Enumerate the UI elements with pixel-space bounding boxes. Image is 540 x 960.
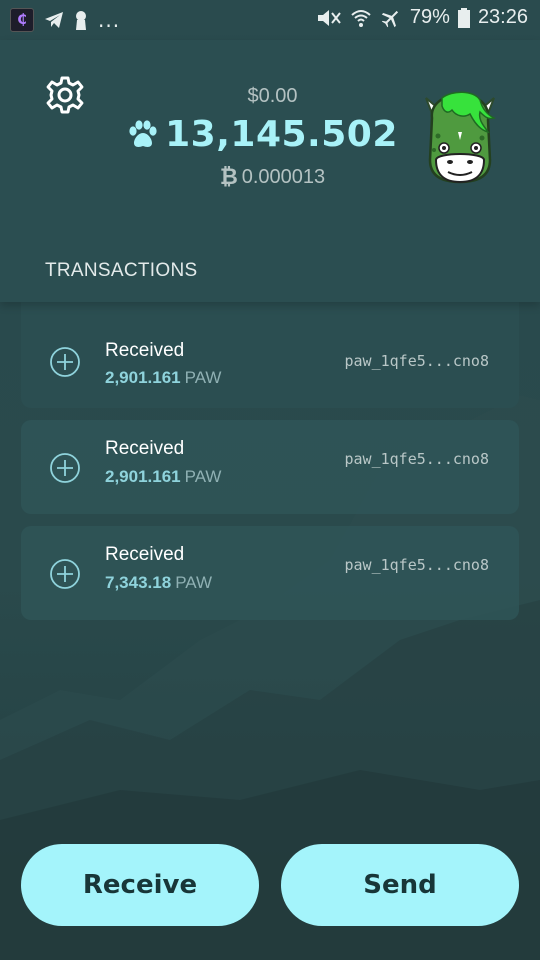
paw-icon xyxy=(129,119,157,147)
bitcoin-icon: ₿ xyxy=(219,164,238,189)
horse-avatar[interactable] xyxy=(418,90,502,190)
transaction-amount-value: 7,343.18 xyxy=(105,573,172,592)
wifi-icon xyxy=(351,9,371,27)
wallet-header: $0.00 13,145.502 ₿ 0.000013 TRANSACTIONS xyxy=(0,40,540,302)
transaction-amount: 2,901.161 PAW xyxy=(105,467,221,487)
horse-avatar-icon xyxy=(425,91,496,184)
battery-percent: 79% xyxy=(409,6,450,28)
keyhole-icon xyxy=(76,11,86,30)
clock: 23:26 xyxy=(477,6,528,28)
telegram-icon xyxy=(45,12,63,28)
transaction-amount: 2,901.161 PAW xyxy=(105,368,221,388)
transaction-amount-value: 2,901.161 xyxy=(105,368,181,387)
transaction-card[interactable]: Received 2,901.161 PAW paw_1qfe5...cno8 xyxy=(21,420,519,514)
transaction-amount-unit: PAW xyxy=(184,467,222,486)
transaction-type: Received xyxy=(105,340,185,361)
transaction-address: paw_1qfe5...cno8 xyxy=(344,450,490,468)
btc-balance-amount: 0.000013 xyxy=(241,165,326,188)
transaction-type: Received xyxy=(105,544,185,565)
status-bar: ₵ ... 79% 23:26 xyxy=(0,0,540,40)
battery-icon xyxy=(457,7,470,28)
paw-balance-amount: 13,145.502 xyxy=(165,114,398,155)
airplane-mode-icon xyxy=(381,10,398,27)
transaction-type: Received xyxy=(105,438,185,459)
send-button[interactable]: Send xyxy=(281,844,519,926)
mute-icon xyxy=(317,9,341,26)
receive-button[interactable]: Receive xyxy=(21,844,259,926)
plus-circle-icon xyxy=(50,347,80,377)
transaction-address: paw_1qfe5...cno8 xyxy=(344,556,490,574)
transaction-card[interactable]: Received 7,343.18 PAW paw_1qfe5...cno8 xyxy=(21,526,519,620)
transaction-amount-unit: PAW xyxy=(175,573,213,592)
transactions-heading: TRANSACTIONS xyxy=(45,260,198,281)
app-notification-icon: ₵ xyxy=(10,8,34,32)
plus-circle-icon xyxy=(50,559,80,589)
transaction-amount-unit: PAW xyxy=(184,368,222,387)
status-bar-notifications: ₵ ... xyxy=(10,8,120,32)
transaction-amount: 7,343.18 PAW xyxy=(105,573,212,593)
transaction-card[interactable]: Received 2,901.161 PAW paw_1qfe5...cno8 xyxy=(21,302,519,408)
status-bar-system: 79% 23:26 xyxy=(316,6,528,29)
transaction-amount-value: 2,901.161 xyxy=(105,467,181,486)
wallet-screen: ₵ ... 79% 23:26 $0.00 13,145.502 ₿ 0.000… xyxy=(0,0,540,960)
plus-circle-icon xyxy=(50,453,80,483)
more-notifications-text: ... xyxy=(98,8,121,32)
transaction-address: paw_1qfe5...cno8 xyxy=(344,352,490,370)
transaction-list: Received 2,901.161 PAW paw_1qfe5...cno8 R… xyxy=(21,302,519,632)
